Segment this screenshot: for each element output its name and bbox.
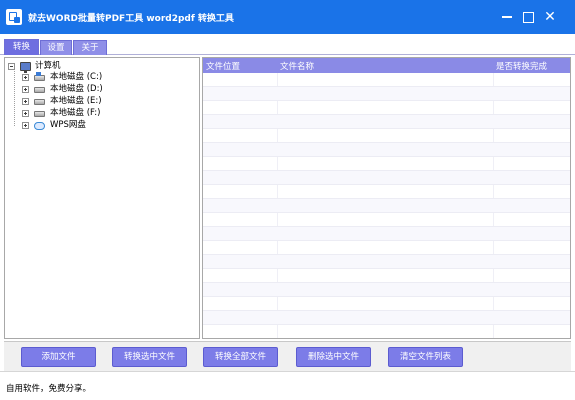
empty-list-row	[203, 115, 570, 129]
empty-list-row	[203, 213, 570, 227]
empty-list-row	[203, 227, 570, 241]
column-header-name[interactable]: 文件名称	[280, 60, 314, 72]
tree-item-label: 本地磁盘 (F:)	[50, 108, 101, 118]
maximize-button[interactable]	[518, 8, 538, 26]
window-title: 就去WORD批量转PDF工具 word2pdf 转换工具	[28, 14, 234, 24]
empty-list-row	[203, 241, 570, 255]
file-list[interactable]: 文件位置 文件名称 是否转换完成	[202, 57, 571, 339]
empty-list-row	[203, 199, 570, 213]
add-files-button[interactable]: 添加文件	[21, 347, 96, 367]
app-icon	[6, 9, 22, 25]
tree-guide-line	[14, 68, 15, 126]
tree-item-drive-c[interactable]: 本地磁盘 (C:)	[22, 72, 192, 83]
tree-item-wps-cloud[interactable]: WPS网盘	[22, 120, 192, 131]
expand-icon[interactable]	[22, 74, 29, 81]
system-disk-icon	[34, 72, 45, 81]
empty-list-row	[203, 73, 570, 87]
empty-list-row	[203, 283, 570, 297]
empty-list-row	[203, 269, 570, 283]
title-bar[interactable]: 就去WORD批量转PDF工具 word2pdf 转换工具 ✕	[0, 0, 575, 34]
tree-item-label: 计算机	[35, 61, 61, 71]
action-bar: 添加文件 转换选中文件 转换全部文件 删除选中文件 清空文件列表	[4, 341, 571, 371]
empty-list-row	[203, 311, 570, 325]
computer-icon	[20, 62, 31, 73]
convert-selected-button[interactable]: 转换选中文件	[112, 347, 187, 367]
folder-tree[interactable]: 计算机 本地磁盘 (C:) 本地磁盘 (D:) 本地磁盘 (E:) 本地磁盘 (…	[4, 57, 200, 339]
status-bar: 自用软件，免费分享。	[0, 371, 575, 400]
expand-icon[interactable]	[22, 86, 29, 93]
empty-list-row	[203, 157, 570, 171]
file-list-header: 文件位置 文件名称 是否转换完成	[203, 58, 570, 73]
column-header-location[interactable]: 文件位置	[206, 60, 240, 72]
expand-icon[interactable]	[22, 98, 29, 105]
tab-about[interactable]: 关于	[73, 40, 107, 55]
minimize-button[interactable]	[497, 8, 517, 26]
disk-icon	[34, 87, 45, 93]
collapse-icon[interactable]	[8, 63, 15, 70]
empty-list-row	[203, 171, 570, 185]
tree-item-drive-e[interactable]: 本地磁盘 (E:)	[22, 96, 192, 107]
tab-bar: 转换 设置 关于	[0, 34, 575, 55]
disk-icon	[34, 111, 45, 117]
empty-list-row	[203, 297, 570, 311]
tree-item-drive-f[interactable]: 本地磁盘 (F:)	[22, 108, 192, 119]
expand-icon[interactable]	[22, 110, 29, 117]
empty-list-row	[203, 129, 570, 143]
column-header-status[interactable]: 是否转换完成	[496, 60, 547, 72]
tree-item-drive-d[interactable]: 本地磁盘 (D:)	[22, 84, 192, 95]
tree-item-label: 本地磁盘 (C:)	[50, 72, 103, 82]
tree-item-computer[interactable]: 计算机	[8, 61, 188, 73]
convert-all-button[interactable]: 转换全部文件	[203, 347, 278, 367]
empty-list-row	[203, 325, 570, 338]
status-text: 自用软件，免费分享。	[6, 384, 92, 394]
empty-list-row	[203, 255, 570, 269]
close-button[interactable]: ✕	[540, 8, 560, 26]
empty-list-row	[203, 87, 570, 101]
empty-list-row	[203, 143, 570, 157]
tree-item-label: 本地磁盘 (D:)	[50, 84, 103, 94]
tab-settings[interactable]: 设置	[40, 40, 72, 55]
empty-list-row	[203, 185, 570, 199]
tree-item-label: 本地磁盘 (E:)	[50, 96, 102, 106]
expand-icon[interactable]	[22, 122, 29, 129]
delete-selected-button[interactable]: 删除选中文件	[296, 347, 371, 367]
disk-icon	[34, 99, 45, 105]
tab-convert[interactable]: 转换	[4, 39, 39, 55]
cloud-drive-icon	[34, 122, 45, 130]
empty-list-row	[203, 101, 570, 115]
clear-list-button[interactable]: 清空文件列表	[388, 347, 463, 367]
tree-item-label: WPS网盘	[50, 120, 86, 130]
